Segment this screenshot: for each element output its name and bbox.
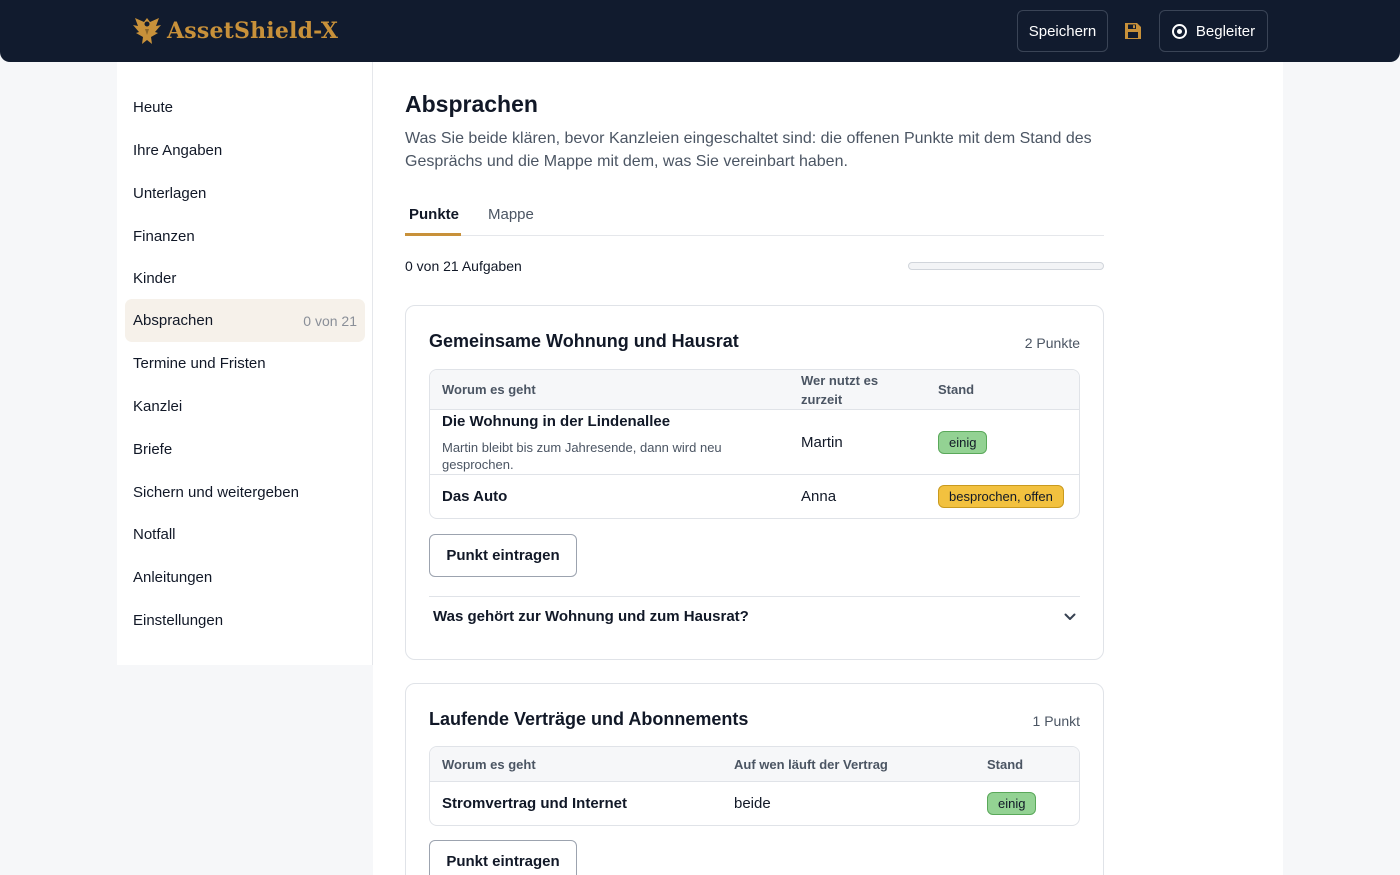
brand-name: AssetShield-X (167, 18, 339, 44)
sidebar-item-briefe[interactable]: Briefe (125, 428, 365, 471)
sidebar-item-absprachen[interactable]: Absprachen 0 von 21 (125, 299, 365, 342)
sidebar-item-anleitungen[interactable]: Anleitungen (125, 556, 365, 599)
sidebar-item-einstellungen[interactable]: Einstellungen (125, 599, 365, 642)
sidebar-item-label: Termine und Fristen (133, 355, 266, 372)
row-title: Stromvertrag und Internet (442, 795, 628, 812)
sidebar-item-label: Heute (133, 99, 174, 116)
column-header: Wer nutzt es zurzeit (801, 373, 879, 407)
add-point-button[interactable]: Punkt eintragen (429, 840, 577, 875)
sidebar-item-label: Kinder (133, 270, 177, 287)
add-point-button[interactable]: Punkt eintragen (429, 534, 577, 577)
progress-bar (908, 262, 1104, 270)
table-header: Worum es geht Auf wen läuft der Vertrag … (430, 747, 1079, 782)
eagle-logo-icon (133, 18, 161, 44)
column-header: Stand (938, 382, 975, 397)
page-title: Absprachen (405, 91, 538, 117)
faq-toggle[interactable]: Was gehört zur Wohnung und zum Hausrat? (433, 608, 749, 625)
target-circle-icon (1171, 23, 1187, 39)
tab-bar: Punkte Mappe (405, 200, 1104, 236)
progress-text: 0 von 21 Aufgaben (405, 258, 522, 274)
sidebar-item-label: Anleitungen (133, 569, 213, 586)
row-person: beide (734, 795, 771, 812)
sidebar-item-heute[interactable]: Heute (125, 86, 365, 129)
sidebar-item-notfall[interactable]: Notfall (125, 513, 365, 556)
column-header: Worum es geht (442, 757, 536, 772)
sidebar-item-label: Unterlagen (133, 185, 207, 202)
sidebar-item-label: Sichern und weitergeben (133, 484, 299, 501)
section-count: 1 Punkt (1032, 713, 1080, 729)
guide-label: Begleiter (1195, 22, 1256, 40)
tab-active-indicator (405, 233, 461, 236)
section-title: Laufende Verträge und Abonnements (429, 709, 749, 729)
sidebar-item-label: Briefe (133, 441, 173, 458)
status-badge[interactable]: einig (938, 431, 988, 454)
status-badge[interactable]: einig (987, 792, 1037, 815)
section-count: 2 Punkte (1024, 335, 1080, 351)
sidebar-item-ihre-angaben[interactable]: Ihre Angaben (125, 129, 365, 172)
status-badge[interactable]: besprochen, offen (938, 485, 1064, 508)
sidebar-item-sichern[interactable]: Sichern und weitergeben (125, 471, 365, 514)
sidebar-item-finanzen[interactable]: Finanzen (125, 215, 365, 258)
column-header: Worum es geht (442, 382, 536, 397)
guide-button[interactable]: Begleiter (1159, 10, 1268, 52)
sidebar-item-label: Absprachen (133, 312, 214, 329)
top-bar: AssetShield-X Speichern Begleiter (0, 0, 1400, 62)
table-row[interactable]: Das Auto Anna besprochen, offen (430, 474, 1079, 518)
table-row[interactable]: Die Wohnung in der Lindenallee Martin bl… (430, 410, 1079, 474)
sidebar-item-label: Notfall (133, 526, 176, 543)
chevron-down-icon[interactable] (1064, 613, 1076, 621)
column-header: Stand (987, 757, 1024, 772)
tab-mappe[interactable]: Mappe (488, 206, 534, 235)
sidebar-item-kanzlei[interactable]: Kanzlei (125, 385, 365, 428)
row-title: Das Auto (442, 488, 508, 505)
section-card-wohnung: Gemeinsame Wohnung und Hausrat 2 Punkte … (405, 305, 1104, 660)
sidebar-item-label: Finanzen (133, 228, 195, 245)
table-header: Worum es geht Wer nutzt es zurzeit Stand (430, 370, 1079, 410)
items-table: Worum es geht Wer nutzt es zurzeit Stand… (429, 369, 1080, 519)
section-card-vertraege: Laufende Verträge und Abonnements 1 Punk… (405, 683, 1104, 875)
brand-logo[interactable]: AssetShield-X (131, 14, 338, 48)
save-button[interactable]: Speichern (1017, 10, 1108, 52)
sidebar-item-label: Einstellungen (133, 612, 224, 629)
row-person: Anna (801, 488, 837, 505)
tab-punkte[interactable]: Punkte (409, 206, 459, 235)
sidebar-item-unterlagen[interactable]: Unterlagen (125, 172, 365, 215)
items-table: Worum es geht Auf wen läuft der Vertrag … (429, 746, 1080, 826)
row-note: Martin bleibt bis zum Jahresende, dann w… (442, 440, 722, 472)
row-person: Martin (801, 434, 843, 451)
sidebar-item-label: Ihre Angaben (133, 142, 223, 159)
sidebar-item-kinder[interactable]: Kinder (125, 257, 365, 300)
sidebar-item-termine[interactable]: Termine und Fristen (125, 342, 365, 385)
sidebar-item-badge: 0 von 21 (303, 312, 357, 329)
floppy-disk-icon[interactable] (1124, 22, 1142, 40)
divider (429, 596, 1080, 597)
section-title: Gemeinsame Wohnung und Hausrat (429, 331, 739, 351)
sidebar-item-label: Kanzlei (133, 398, 183, 415)
row-title: Die Wohnung in der Lindenallee (442, 413, 671, 430)
column-header: Auf wen läuft der Vertrag (734, 757, 888, 772)
table-row[interactable]: Stromvertrag und Internet beide einig (430, 782, 1079, 825)
page-description: Was Sie beide klären, bevor Kanzleien ei… (405, 130, 1092, 170)
sidebar: Heute Ihre Angaben Unterlagen Finanzen K… (117, 62, 373, 665)
